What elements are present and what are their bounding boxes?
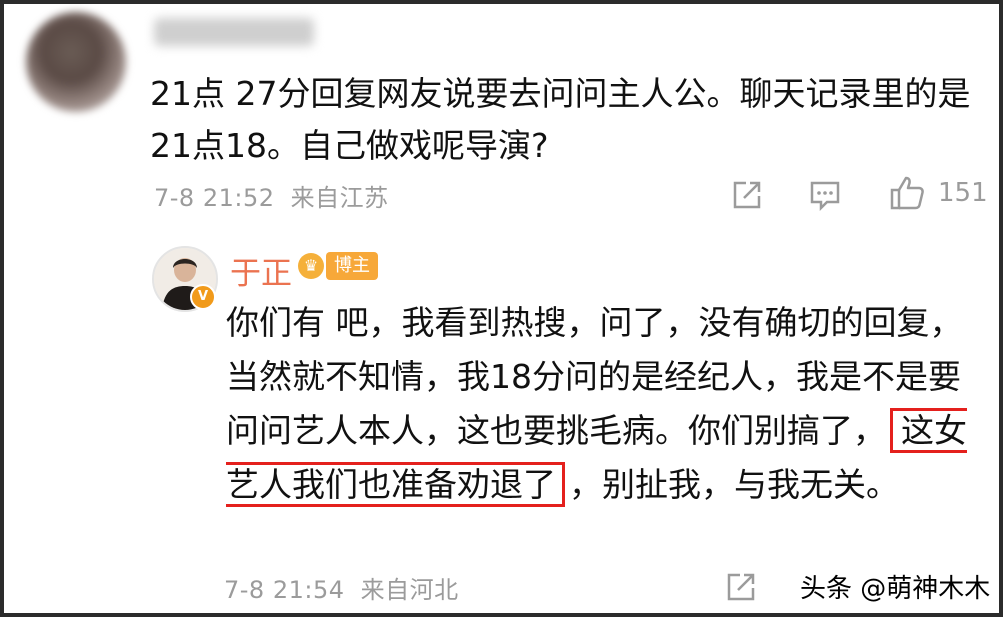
reply-location: 来自河北: [360, 576, 459, 604]
blogger-badge-label: 博主: [326, 252, 378, 280]
reply-text: 你们有 吧，我看到热搜，问了，没有确切的回复，当然就不知情，我18分问的是经纪人…: [226, 296, 986, 512]
screenshot-frame: 21点 27分回复网友说要去问问主人公。聊天记录里的是21点18。自己做戏呢导演…: [4, 4, 999, 613]
blogger-badge: ♛ 博主: [298, 250, 378, 282]
commenter-avatar[interactable]: [26, 12, 126, 112]
reply-timestamp: 7-8 21:54: [224, 576, 345, 604]
comment-location: 来自江苏: [290, 184, 389, 212]
reply-share-icon[interactable]: [724, 570, 758, 604]
comment-meta: 7-8 21:52 来自江苏: [154, 178, 389, 213]
commenter-username[interactable]: [154, 18, 314, 46]
reply-text-before: 你们有 吧，我看到热搜，问了，没有确切的回复，当然就不知情，我18分问的是经纪人…: [226, 303, 963, 450]
verified-badge-icon: V: [190, 284, 216, 310]
reply-author[interactable]: 于正: [230, 248, 292, 293]
reply-meta: 7-8 21:54 来自河北: [224, 570, 459, 605]
comment-icon[interactable]: [808, 178, 842, 212]
share-icon[interactable]: [730, 178, 764, 212]
crown-icon: ♛: [298, 253, 324, 279]
like-count: 151: [938, 178, 988, 208]
reply-text-after: ，别扯我，与我无关。: [569, 465, 899, 504]
comment-timestamp: 7-8 21:52: [154, 184, 275, 212]
watermark: 头条 @萌神木木: [800, 574, 991, 604]
comment-text: 21点 27分回复网友说要去问问主人公。聊天记录里的是21点18。自己做戏呢导演…: [150, 74, 971, 165]
like-icon[interactable]: [888, 174, 926, 212]
